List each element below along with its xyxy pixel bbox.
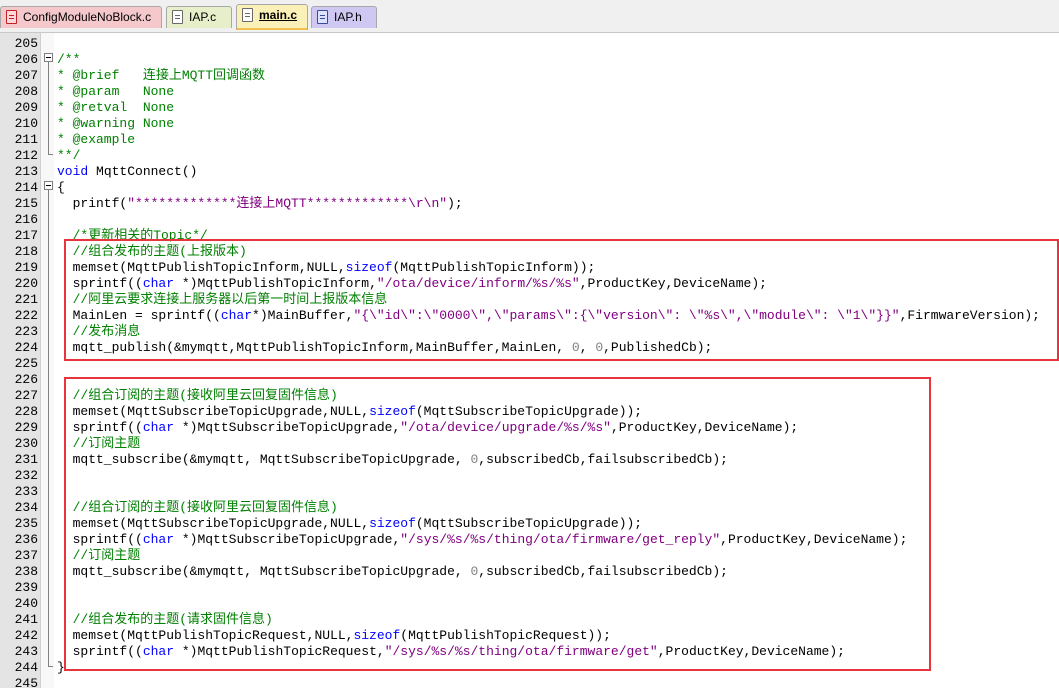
- tab-label: main.c: [259, 8, 298, 22]
- c-file-icon: [242, 8, 253, 22]
- code-text: * @param None: [57, 84, 174, 100]
- fold-line: [48, 62, 49, 154]
- code-token: **/: [57, 148, 81, 163]
- code-text: {: [57, 180, 65, 196]
- tab-iap-c[interactable]: IAP.c: [166, 6, 232, 28]
- fold-collapse-icon[interactable]: [44, 181, 53, 190]
- line-number: 235: [14, 516, 38, 531]
- line-number: 232: [14, 468, 38, 483]
- line-number: 205: [14, 36, 38, 51]
- line-number: 220: [14, 276, 38, 291]
- line-number: 242: [14, 628, 38, 643]
- line-number: 212: [14, 148, 38, 163]
- line-number: 211: [14, 132, 38, 147]
- code-token: * @param None: [57, 84, 175, 99]
- line-number: 216: [14, 212, 38, 227]
- code-text: * @retval None: [57, 100, 174, 116]
- code-token: );: [447, 196, 463, 211]
- line-number: 209: [14, 100, 38, 115]
- editor-tab-bar: ConfigModuleNoBlock.c IAP.c main.c IAP.h: [0, 0, 1059, 33]
- c-file-icon: [6, 10, 17, 24]
- code-token: * @warning None: [57, 116, 175, 131]
- highlight-box-subscribe-request: [64, 377, 931, 671]
- line-number: 239: [14, 580, 38, 595]
- code-token: * @brief 连接上MQTT回调函数: [57, 68, 266, 83]
- line-number: 244: [14, 660, 38, 675]
- tab-iap-h[interactable]: IAP.h: [311, 6, 377, 28]
- line-number: 231: [14, 452, 38, 467]
- line-number: 221: [14, 292, 38, 307]
- line-number: 206: [14, 52, 38, 67]
- code-text: void MqttConnect(): [57, 164, 197, 180]
- code-token: MqttConnect(): [88, 164, 198, 179]
- line-number: 226: [14, 372, 38, 387]
- line-number: 222: [14, 308, 38, 323]
- line-number: 229: [14, 420, 38, 435]
- code-token: * @retval None: [57, 100, 175, 115]
- line-number: 207: [14, 68, 38, 83]
- code-text: * @warning None: [57, 116, 174, 132]
- fold-end: [48, 666, 53, 667]
- line-number: 210: [14, 116, 38, 131]
- line-number: 218: [14, 244, 38, 259]
- code-text: printf("*************连接上MQTT************…: [57, 196, 463, 212]
- line-number: 234: [14, 500, 38, 515]
- code-token: /**: [57, 52, 81, 67]
- tab-main-c[interactable]: main.c: [236, 4, 308, 30]
- line-number: 213: [14, 164, 38, 179]
- code-editor[interactable]: 205 206 /** 207 * @brief 连接上MQTT回调函数 208 * @pa…: [0, 33, 1059, 688]
- line-number: 223: [14, 324, 38, 339]
- tab-label: IAP.h: [334, 10, 362, 24]
- line-number: 224: [14, 340, 38, 355]
- line-number: 214: [14, 180, 38, 195]
- code-text: **/: [57, 148, 80, 164]
- line-number: 243: [14, 644, 38, 659]
- line-number: 219: [14, 260, 38, 275]
- h-file-icon: [317, 10, 328, 24]
- c-file-icon: [172, 10, 183, 24]
- tab-configmodulenoblock-c[interactable]: ConfigModuleNoBlock.c: [0, 6, 162, 28]
- highlight-box-publish-version: [64, 239, 1059, 361]
- line-number: 225: [14, 356, 38, 371]
- fold-end: [48, 154, 53, 155]
- fold-line: [48, 190, 49, 666]
- line-number: 230: [14, 436, 38, 451]
- line-number: 215: [14, 196, 38, 211]
- code-text: * @brief 连接上MQTT回调函数: [57, 68, 265, 84]
- line-number: 236: [14, 532, 38, 547]
- line-number: 237: [14, 548, 38, 563]
- code-text: /**: [57, 52, 80, 68]
- code-token: void: [57, 164, 89, 179]
- line-number: 238: [14, 564, 38, 579]
- code-token: * @example: [57, 132, 136, 147]
- line-number: 228: [14, 404, 38, 419]
- code-token: "*************连接上MQTT*************\r\n": [127, 196, 448, 211]
- line-number: 240: [14, 596, 38, 611]
- line-number: 241: [14, 612, 38, 627]
- line-number: 227: [14, 388, 38, 403]
- line-number: 217: [14, 228, 38, 243]
- tab-label: ConfigModuleNoBlock.c: [23, 10, 152, 24]
- line-number: 245: [14, 676, 38, 688]
- line-number: 233: [14, 484, 38, 499]
- fold-margin: [40, 33, 54, 688]
- line-number: 208: [14, 84, 38, 99]
- code-text: * @example: [57, 132, 135, 148]
- code-token: printf(: [57, 196, 128, 211]
- tab-label: IAP.c: [189, 10, 217, 24]
- code-token: {: [57, 180, 65, 195]
- fold-collapse-icon[interactable]: [44, 53, 53, 62]
